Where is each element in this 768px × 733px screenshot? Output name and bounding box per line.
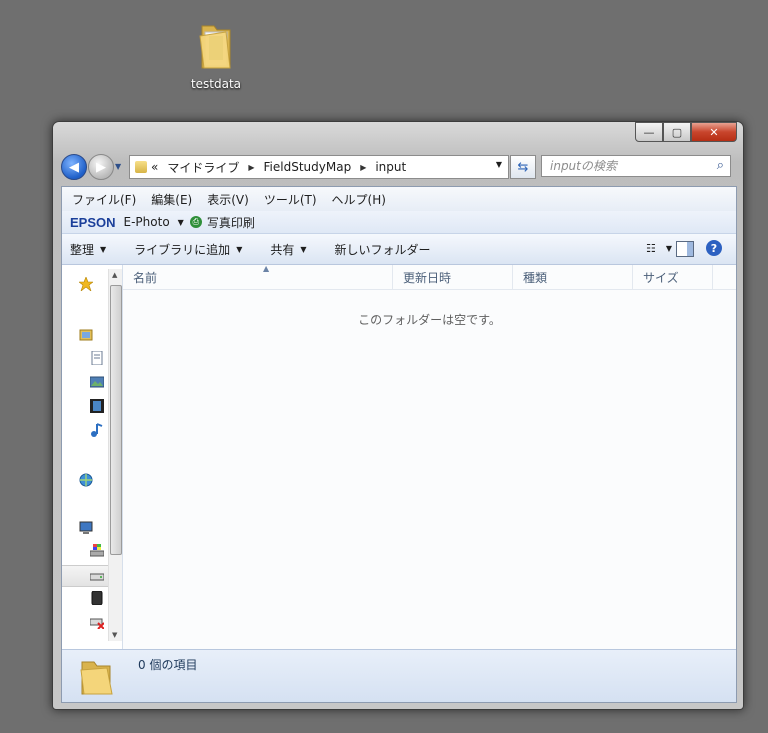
arrow-right-icon: ▶: [96, 159, 106, 175]
chevron-down-icon: ▼: [236, 244, 243, 254]
search-icon[interactable]: ⌕: [717, 158, 724, 173]
file-list[interactable]: ▲ 名前 更新日時 種類 サイズ このフォルダーは空です。: [123, 264, 736, 650]
desktop-icon-label: testdata: [190, 77, 242, 91]
chevron-down-icon[interactable]: ▼: [496, 160, 502, 169]
new-folder-label: 新しいフォルダー: [334, 242, 431, 257]
search-input[interactable]: [548, 158, 712, 174]
column-size-label: サイズ: [643, 270, 679, 285]
column-size[interactable]: サイズ: [633, 265, 713, 289]
menu-tools[interactable]: ツール(T): [264, 191, 317, 208]
view-list-icon: ☷: [645, 242, 656, 255]
close-button[interactable]: ✕: [691, 122, 737, 142]
column-modified-label: 更新日時: [403, 270, 452, 285]
change-view-button[interactable]: ☷ ▼: [646, 242, 672, 255]
share-label: 共有: [270, 242, 295, 257]
epson-toolbar: EPSON E-Photo ▼ ⎙ 写真印刷: [62, 211, 736, 234]
refresh-button[interactable]: ⇆: [510, 155, 536, 179]
epson-logo: EPSON: [70, 214, 116, 230]
breadcrumb-input[interactable]: input: [375, 160, 406, 174]
chevron-down-icon[interactable]: ▼: [178, 218, 184, 227]
history-dropdown-icon[interactable]: ▼: [115, 162, 121, 171]
breadcrumb-fieldstudymap[interactable]: FieldStudyMap: [264, 160, 352, 174]
menu-edit[interactable]: 編集(E): [151, 191, 192, 208]
organize-button[interactable]: 整理 ▼: [70, 241, 106, 258]
scroll-up-icon[interactable]: ▲: [112, 271, 117, 279]
refresh-icon: ⇆: [517, 159, 529, 175]
new-folder-button[interactable]: 新しいフォルダー: [335, 241, 431, 258]
search-box[interactable]: ⌕: [541, 155, 731, 177]
document-icon[interactable]: [90, 351, 104, 365]
scroll-thumb[interactable]: [110, 285, 122, 555]
print-icon: ⎙: [189, 216, 202, 228]
column-name[interactable]: 名前: [123, 265, 393, 289]
navigation-row: ◀ ▶ ▼ « マイドライブ ▶ FieldStudyMap ▶ input ▼…: [61, 152, 735, 182]
explorer-body: ▲ ▼ ▲ 名前 更新日時 種類 サイズ このフォルダーは空です。: [62, 264, 736, 650]
add-to-library-button[interactable]: ライブラリに追加 ▼: [134, 241, 242, 258]
sort-indicator-icon: ▲: [263, 264, 270, 273]
picture-icon[interactable]: [90, 375, 104, 389]
column-modified[interactable]: 更新日時: [393, 265, 513, 289]
explorer-content-frame: ファイル(F) 編集(E) 表示(V) ツール(T) ヘルプ(H) EPSON …: [61, 186, 737, 703]
column-type[interactable]: 種類: [513, 265, 633, 289]
folder-icon: [135, 161, 147, 173]
explorer-window: — ▢ ✕ ◀ ▶ ▼ « マイドライブ ▶ FieldStudyMap ▶ i…: [52, 121, 744, 710]
add-to-library-label: ライブラリに追加: [134, 242, 231, 257]
folder-icon: [199, 25, 231, 69]
drive-icon[interactable]: [90, 569, 104, 583]
organize-label: 整理: [70, 242, 95, 257]
drive-windows-icon[interactable]: [90, 543, 104, 557]
external-drive-icon[interactable]: [90, 591, 104, 605]
share-button[interactable]: 共有 ▼: [270, 241, 306, 258]
command-bar: 整理 ▼ ライブラリに追加 ▼ 共有 ▼ 新しいフォルダー ☷ ▼ ?: [62, 234, 736, 265]
star-icon[interactable]: [79, 277, 93, 291]
menu-bar: ファイル(F) 編集(E) 表示(V) ツール(T) ヘルプ(H): [62, 187, 736, 211]
folder-icon: [80, 661, 113, 695]
computer-icon[interactable]: [79, 521, 93, 535]
menu-help[interactable]: ヘルプ(H): [332, 191, 386, 208]
breadcrumb-mydrive[interactable]: マイドライブ: [167, 159, 239, 176]
breadcrumb-chevron[interactable]: «: [151, 160, 158, 174]
network-icon[interactable]: [79, 473, 93, 487]
help-button[interactable]: ?: [706, 240, 722, 256]
column-type-label: 種類: [523, 270, 548, 285]
caption-buttons: — ▢ ✕: [635, 122, 737, 142]
address-bar[interactable]: « マイドライブ ▶ FieldStudyMap ▶ input ▼: [129, 155, 509, 179]
menu-file[interactable]: ファイル(F): [72, 191, 136, 208]
scroll-down-icon[interactable]: ▼: [112, 631, 117, 639]
video-icon[interactable]: [90, 399, 104, 413]
details-pane: 0 個の項目: [62, 649, 736, 702]
empty-folder-message: このフォルダーは空です。: [358, 313, 501, 327]
menu-view[interactable]: 表示(V): [207, 191, 249, 208]
back-button[interactable]: ◀: [61, 154, 87, 180]
disconnected-drive-icon[interactable]: [90, 615, 104, 629]
breadcrumb-separator-icon[interactable]: ▶: [248, 163, 254, 172]
preview-pane-button[interactable]: [676, 241, 694, 257]
column-header: ▲ 名前 更新日時 種類 サイズ: [123, 264, 736, 290]
photo-print-button[interactable]: 写真印刷: [207, 214, 255, 231]
chevron-down-icon: ▼: [665, 244, 672, 253]
item-count: 0 個の項目: [138, 658, 198, 672]
navigation-pane: ▲ ▼: [62, 265, 123, 650]
maximize-button[interactable]: ▢: [663, 122, 691, 142]
nav-scrollbar[interactable]: ▲ ▼: [108, 269, 122, 641]
breadcrumb-separator-icon[interactable]: ▶: [360, 163, 366, 172]
chevron-down-icon: ▼: [300, 244, 307, 254]
library-icon[interactable]: [79, 327, 93, 341]
forward-button[interactable]: ▶: [88, 154, 114, 180]
chevron-down-icon: ▼: [100, 244, 107, 254]
desktop-icon-testdata[interactable]: testdata: [180, 20, 252, 91]
minimize-button[interactable]: —: [635, 122, 663, 142]
music-icon[interactable]: [90, 423, 104, 437]
e-photo-button[interactable]: E-Photo: [124, 215, 170, 229]
column-name-label: 名前: [133, 270, 158, 285]
arrow-left-icon: ◀: [69, 159, 79, 175]
